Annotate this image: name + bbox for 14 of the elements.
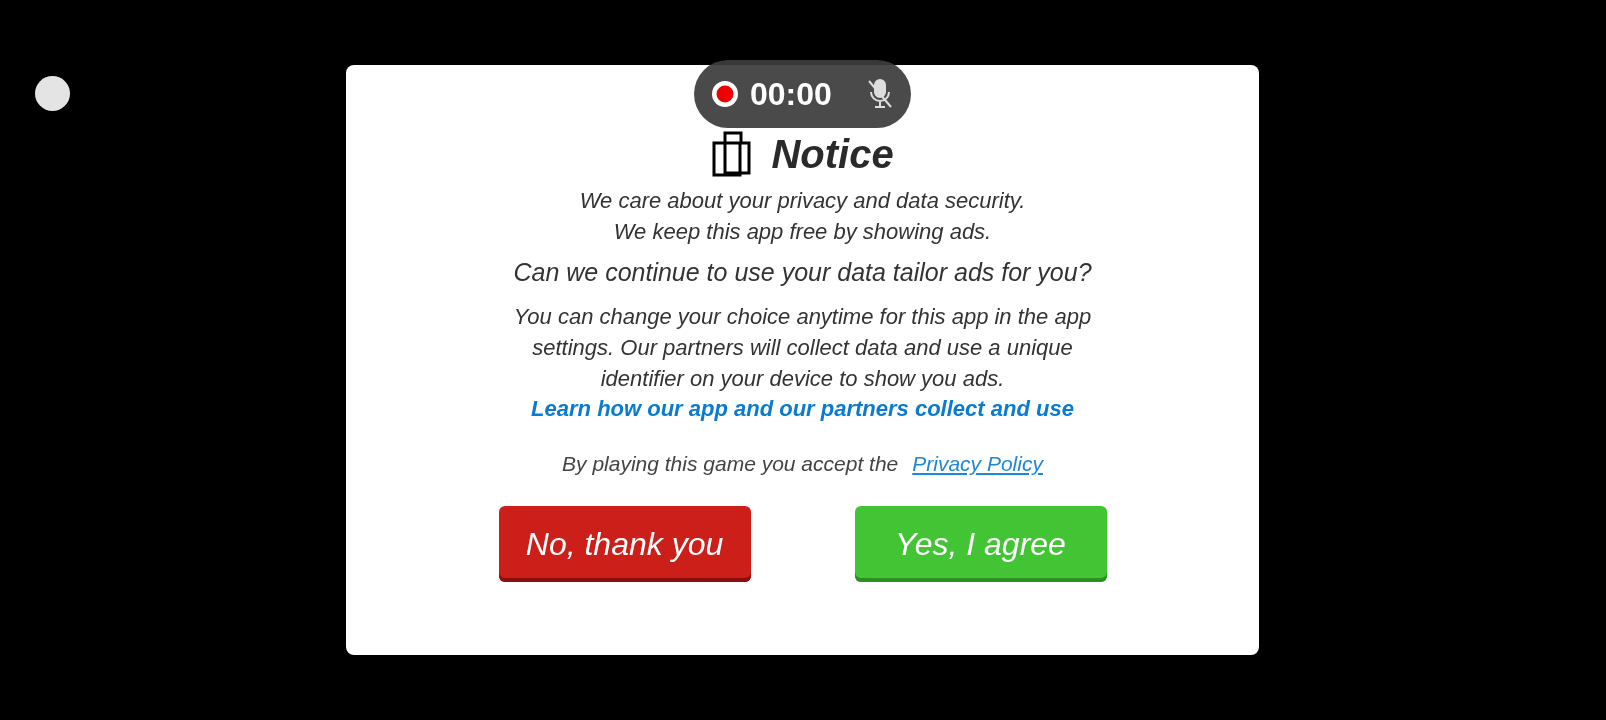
intro-text: We care about your privacy and data security. <box>579 187 1026 215</box>
accept-button[interactable]: Yes, I agree <box>854 506 1107 582</box>
decline-button[interactable]: No, thank you <box>498 506 751 582</box>
intro-text: We keep this app free by showing ads. <box>613 218 992 246</box>
recording-time: 00:00 <box>750 75 833 113</box>
privacy-policy-link[interactable]: Privacy Policy <box>912 452 1043 476</box>
details-paragraph: You can change your choice anytime for this app in the app settings. Our partners will collect data and use a unique identifier on your device to show you ads. <box>512 303 1093 393</box>
consent-question: Can we continue to use your data tailor ads for you? <box>513 257 1092 288</box>
dialog-title: Notice <box>771 131 894 177</box>
record-icon[interactable] <box>710 79 740 109</box>
consent-text: By playing this game you accept the <box>562 452 899 476</box>
muted-microphone-icon[interactable] <box>867 78 893 110</box>
learn-more-link[interactable]: Learn how our app and our partners collect and use <box>531 394 1074 424</box>
floating-dot-icon[interactable] <box>35 76 70 111</box>
